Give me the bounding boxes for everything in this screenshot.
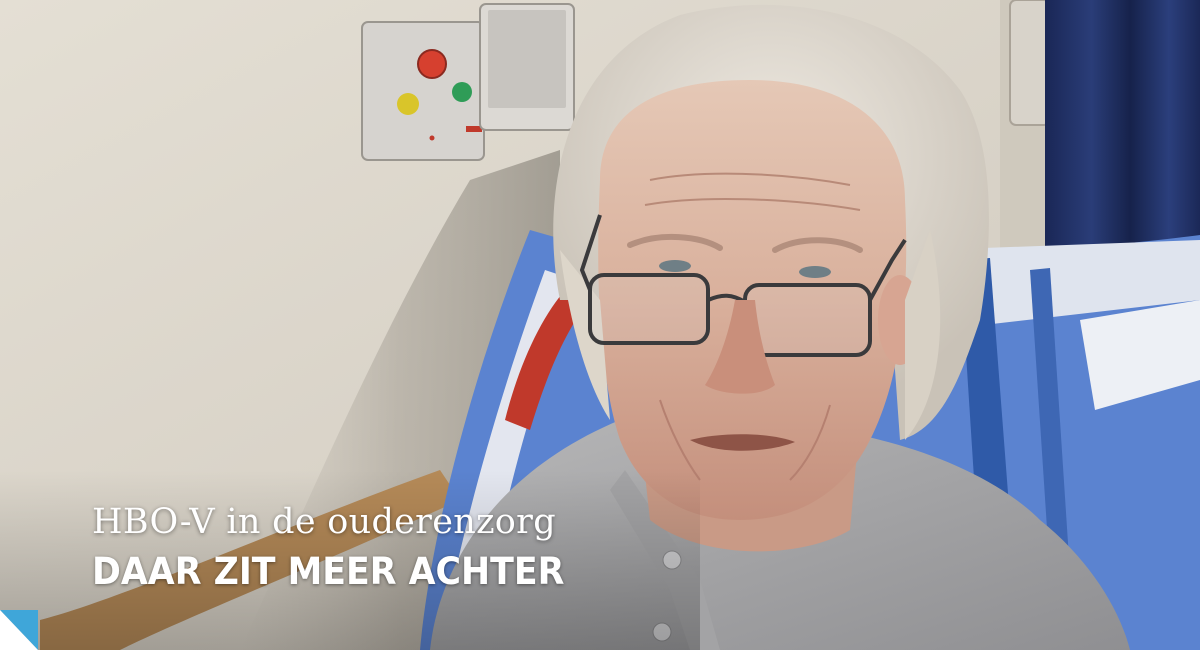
caption: HBO-V in de ouderenzorg DAAR ZIT MEER AC… [92, 500, 595, 594]
nurse-call-green-button [452, 82, 472, 102]
nurse-call-yellow-button [397, 93, 419, 115]
intercom-speaker [479, 3, 575, 131]
eye [799, 266, 831, 278]
caption-headline: DAAR ZIT MEER ACHTER [92, 550, 565, 593]
wall-fixture [1009, 0, 1051, 126]
curtain [1045, 0, 1200, 270]
nurse-call-panel [361, 21, 485, 161]
nurse-call-red-button [417, 49, 447, 79]
caption-subtitle: HBO-V in de ouderenzorg [92, 502, 556, 542]
eye [659, 260, 691, 272]
corner-accent-triangle [0, 610, 38, 650]
